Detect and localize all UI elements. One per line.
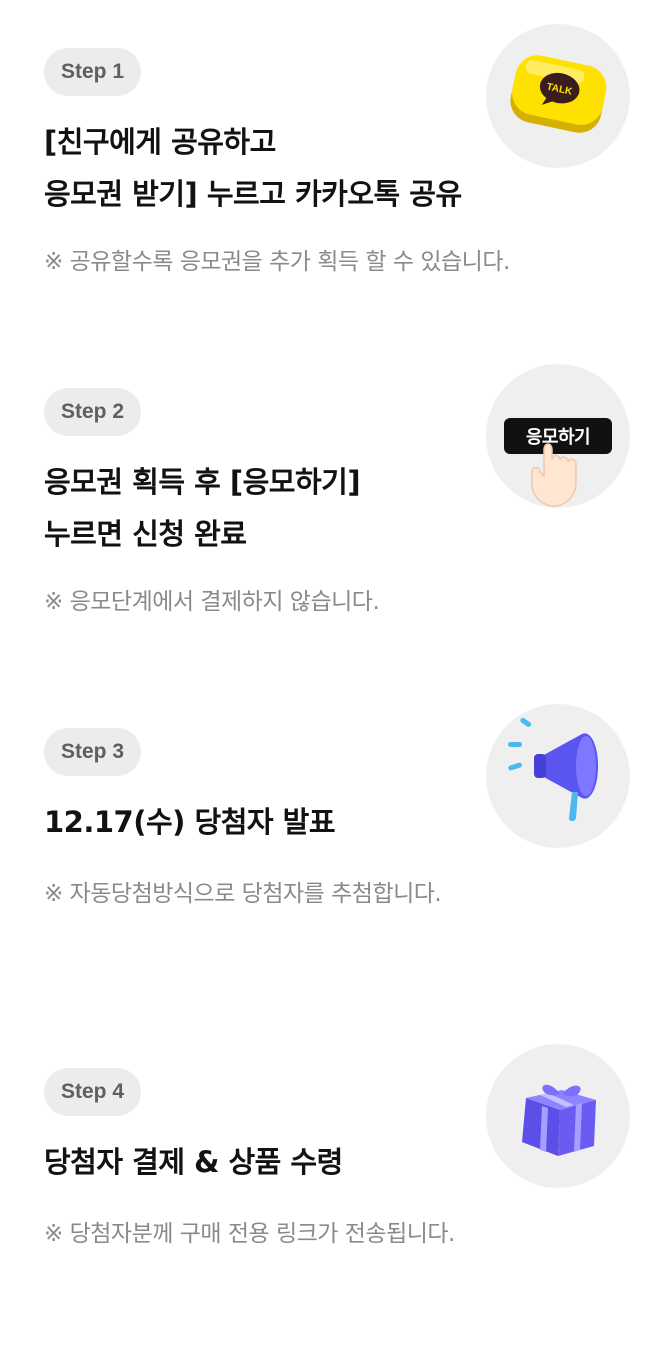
step-4: Step 4 당첨자 결제 & 상품 수령 ※ 당첨자분께 구매 전용 링크가 … — [0, 1044, 662, 1368]
title-line: 누르면 신청 완료 — [44, 517, 247, 551]
step-badge: Step 4 — [44, 1068, 142, 1116]
step-note: ※ 응모단계에서 결제하지 않습니다. — [44, 589, 380, 615]
step-badge: Step 2 — [44, 388, 142, 436]
step-2: Step 2 응모권 획득 후 [응모하기] 누르면 신청 완료 ※ 응모단계에… — [0, 364, 662, 688]
step-note: ※ 공유할수록 응모권을 추가 획득 할 수 있습니다. — [44, 249, 510, 275]
kakaotalk-icon: TALK — [486, 24, 630, 168]
gift-icon — [486, 1044, 630, 1188]
step-1: Step 1 [친구에게 공유하고 응모권 받기] 누르고 카카오톡 공유 ※ … — [0, 24, 662, 348]
step-note: ※ 자동당첨방식으로 당첨자를 추첨합니다. — [44, 881, 442, 907]
step-badge: Step 1 — [44, 48, 142, 96]
megaphone-icon — [486, 704, 630, 848]
step-badge: Step 3 — [44, 728, 142, 776]
title-line: 응모권 받기] 누르고 카카오톡 공유 — [44, 177, 462, 211]
step-note: ※ 당첨자분께 구매 전용 링크가 전송됩니다. — [44, 1221, 455, 1247]
step-3: Step 3 12.17(수) 당첨자 발표 ※ 자동당첨방식으로 당첨자를 추… — [0, 704, 662, 1028]
pointing-hand-icon: 응모하기 — [486, 364, 630, 508]
